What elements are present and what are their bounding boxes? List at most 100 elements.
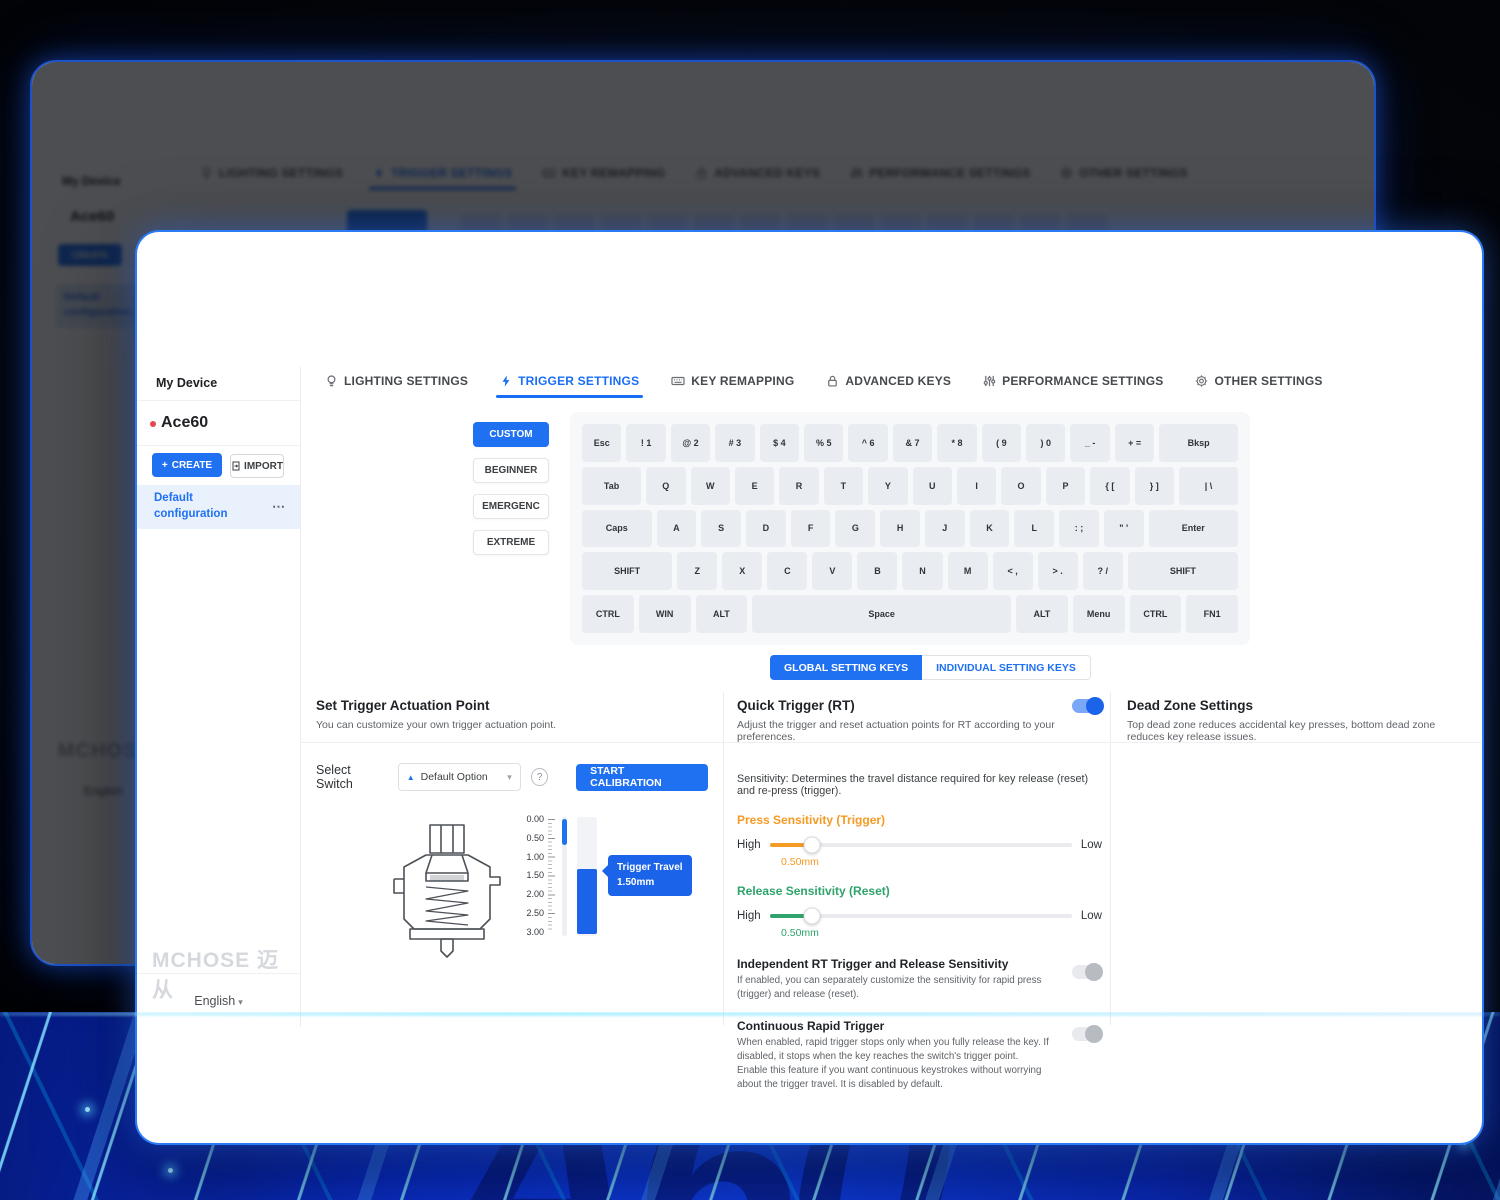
key-+=[interactable]: + = [1114, 424, 1155, 462]
key-esc[interactable]: Esc [582, 424, 622, 462]
quick-trigger-toggle[interactable] [1072, 696, 1104, 715]
create-label: CREATE [171, 459, 213, 471]
key-ctrl[interactable]: CTRL [582, 595, 634, 633]
trigger-travel-track[interactable] [577, 817, 597, 936]
tab-trigger-settings[interactable]: TRIGGER SETTINGS [496, 374, 644, 398]
divider [137, 445, 300, 446]
key-^6[interactable]: ^ 6 [848, 424, 888, 462]
start-calibration-button[interactable]: START CALIBRATION [576, 763, 708, 791]
key-e[interactable]: E [734, 466, 775, 505]
preset-extreme[interactable]: EXTREME [473, 530, 549, 555]
key-n[interactable]: N [902, 552, 943, 591]
preset-emergenc[interactable]: EMERGENC [473, 494, 549, 519]
trigger-travel-fill[interactable] [577, 869, 597, 934]
key-<,[interactable]: < , [992, 552, 1033, 591]
select-switch-label: Select Switch [316, 763, 353, 791]
key-l[interactable]: L [1014, 509, 1055, 548]
key->.[interactable]: > . [1037, 552, 1078, 591]
config-name: Default configuration [154, 492, 228, 520]
key-alt[interactable]: ALT [695, 595, 748, 633]
key-#3[interactable]: # 3 [715, 424, 755, 462]
key-bksp[interactable]: Bksp [1159, 424, 1239, 462]
key-(9[interactable]: ( 9 [981, 424, 1022, 462]
key-m[interactable]: M [947, 552, 988, 591]
key-a[interactable]: A [656, 509, 697, 548]
glow-dot [168, 1168, 173, 1173]
key-f[interactable]: F [790, 509, 831, 548]
tab-bar: LIGHTING SETTINGS TRIGGER SETTINGS KEY REM… [325, 374, 1323, 398]
press-sensitivity-slider[interactable] [769, 836, 1072, 854]
tab-advanced-keys[interactable]: ADVANCED KEYS [826, 374, 951, 398]
global-setting-keys-button[interactable]: GLOBAL SETTING KEYS [770, 655, 923, 680]
key-@2[interactable]: @ 2 [670, 424, 711, 462]
key-caps[interactable]: Caps [582, 509, 652, 548]
key-)0[interactable]: ) 0 [1026, 424, 1066, 462]
key-r[interactable]: R [779, 466, 819, 505]
key-win[interactable]: WIN [638, 595, 691, 633]
key-}][interactable]: } ] [1134, 466, 1174, 505]
key-d[interactable]: D [746, 509, 786, 548]
key-"'[interactable]: " ' [1103, 509, 1144, 548]
key-&7[interactable]: & 7 [892, 424, 933, 462]
config-item-default[interactable]: Default configuration ⋯ [137, 485, 300, 529]
tab-lighting-settings[interactable]: LIGHTING SETTINGS [325, 374, 468, 398]
language-selector[interactable]: English ▾ [137, 994, 300, 1008]
key-z[interactable]: Z [677, 552, 718, 591]
help-icon[interactable]: ? [530, 768, 549, 786]
key-u[interactable]: U [912, 466, 952, 505]
key-c[interactable]: C [767, 552, 808, 591]
key-k[interactable]: K [969, 509, 1010, 548]
preset-beginner[interactable]: BEGINNER [473, 458, 549, 483]
key-i[interactable]: I [956, 466, 997, 505]
key-:;[interactable]: : ; [1059, 509, 1099, 548]
release-sensitivity-slider[interactable] [769, 907, 1072, 925]
key-h[interactable]: H [880, 509, 920, 548]
key-p[interactable]: P [1045, 466, 1086, 505]
tab-key-remapping[interactable]: KEY REMAPPING [671, 374, 794, 398]
key-shift[interactable]: SHIFT [1127, 552, 1238, 591]
individual-setting-keys-button[interactable]: INDIVIDUAL SETTING KEYS [922, 655, 1091, 680]
key-_-[interactable]: _ - [1070, 424, 1110, 462]
key-%5[interactable]: % 5 [804, 424, 844, 462]
keyboard-icon [671, 374, 685, 388]
create-button[interactable]: + CREATE [152, 453, 222, 477]
tab-performance-settings[interactable]: PERFORMANCE SETTINGS [983, 374, 1163, 398]
preset-custom[interactable]: CUSTOM [473, 422, 549, 447]
key-space[interactable]: Space [752, 595, 1011, 633]
travel-scale-ticks [548, 819, 555, 932]
key-t[interactable]: T [823, 466, 864, 505]
key-b[interactable]: B [857, 552, 898, 591]
key-menu[interactable]: Menu [1072, 595, 1125, 633]
key-shift[interactable]: SHIFT [582, 552, 673, 591]
key-ctrl[interactable]: CTRL [1129, 595, 1182, 633]
slider-handle[interactable] [803, 907, 821, 925]
key-alt[interactable]: ALT [1016, 595, 1068, 633]
key-!1[interactable]: ! 1 [626, 424, 666, 462]
key-{[[interactable]: { [ [1090, 466, 1130, 505]
key-?/[interactable]: ? / [1082, 552, 1123, 591]
key-fn1[interactable]: FN1 [1186, 595, 1238, 633]
key-y[interactable]: Y [868, 466, 908, 505]
continuous-rapid-trigger-toggle[interactable] [1072, 1025, 1103, 1044]
device-sidebar: My Device Ace60 + CREATE IMPORT Default c… [137, 232, 300, 1143]
key-x[interactable]: X [722, 552, 763, 591]
toggle-knob [1085, 1025, 1103, 1044]
key-o[interactable]: O [1001, 466, 1041, 505]
key-q[interactable]: Q [646, 466, 686, 505]
tab-other-settings[interactable]: OTHER SETTINGS [1195, 374, 1322, 398]
import-button[interactable]: IMPORT [230, 454, 284, 478]
key-w[interactable]: W [690, 466, 730, 505]
key-$4[interactable]: $ 4 [759, 424, 800, 462]
slider-handle[interactable] [803, 836, 821, 854]
key-g[interactable]: G [835, 509, 876, 548]
key-v[interactable]: V [812, 552, 853, 591]
key-s[interactable]: S [701, 509, 741, 548]
more-options-icon[interactable]: ⋯ [272, 499, 286, 515]
key-j[interactable]: J [924, 509, 965, 548]
switch-dropdown[interactable]: ▲ Default Option ▾ [397, 763, 521, 791]
key-enter[interactable]: Enter [1148, 509, 1239, 548]
key-|\[interactable]: | \ [1178, 466, 1239, 505]
independent-rt-toggle[interactable] [1072, 963, 1103, 981]
key-tab[interactable]: Tab [582, 466, 642, 505]
key-*8[interactable]: * 8 [937, 424, 977, 462]
